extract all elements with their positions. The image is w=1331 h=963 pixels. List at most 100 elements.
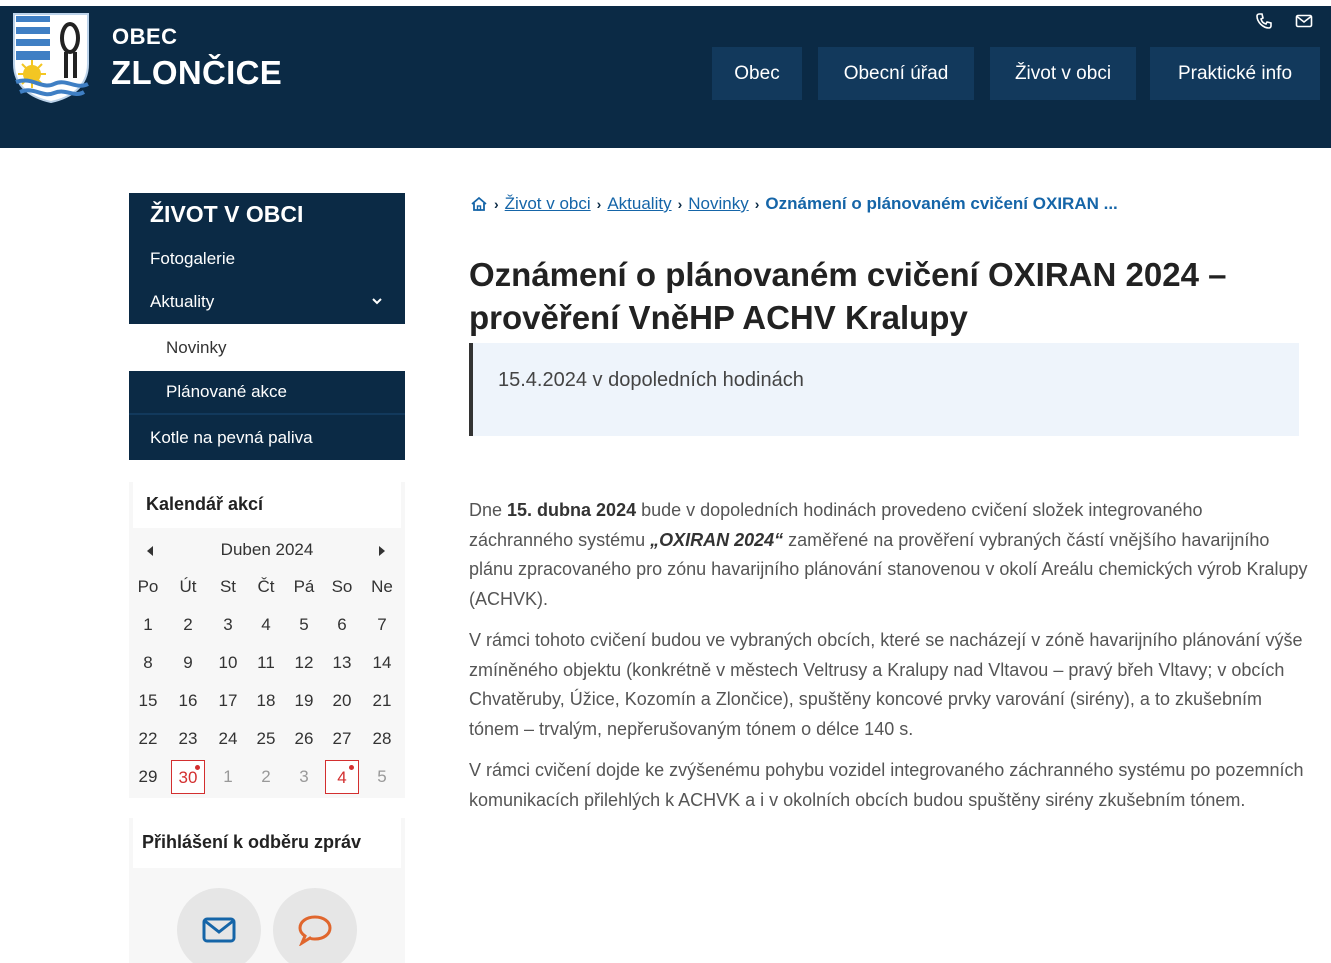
breadcrumb: › Život v obci › Aktuality › Novinky › O…	[470, 194, 1118, 214]
sidebar-item-label: Fotogalerie	[150, 248, 236, 268]
sidebar-menu: ŽIVOT V OBCI Fotogalerie Aktuality Novin…	[129, 193, 405, 460]
calendar-navigation: Duben 2024	[129, 538, 405, 568]
weekday-label: St	[219, 577, 237, 596]
calendar-day-next-month[interactable]: 3	[287, 760, 321, 794]
calendar-day[interactable]: 9	[171, 646, 205, 680]
sidebar-item-kotle[interactable]: Kotle na pevná paliva	[129, 413, 405, 460]
brand-title[interactable]: ZLONČICE	[111, 54, 282, 92]
calendar-day-next-month[interactable]: 1	[211, 760, 245, 794]
calendar-day[interactable]: 28	[365, 722, 399, 756]
calendar-day[interactable]: 11	[249, 646, 283, 680]
calendar-grid: Po Út St Čt Pá So Ne 1 2 3 4 5 6 7 8 9 1…	[129, 570, 405, 798]
calendar-day[interactable]: 3	[211, 608, 245, 642]
calendar-week-row: 1 2 3 4 5 6 7	[129, 608, 405, 646]
calendar-weekday-row: Po Út St Čt Pá So Ne	[129, 570, 405, 608]
breadcrumb-zivot-v-obci[interactable]: Život v obci	[505, 194, 591, 214]
calendar-month-label: Duben 2024	[220, 540, 314, 559]
breadcrumb-aktuality[interactable]: Aktuality	[607, 194, 671, 214]
calendar-day[interactable]: 8	[131, 646, 165, 680]
calendar-day[interactable]: 15	[131, 684, 165, 718]
envelope-icon	[202, 917, 236, 943]
calendar-day[interactable]: 25	[249, 722, 283, 756]
sidebar-item-label: Aktuality	[150, 292, 215, 311]
chevron-down-icon[interactable]	[371, 295, 383, 307]
sms-subscribe-button[interactable]	[273, 888, 357, 963]
sidebar-item-planovane-akce[interactable]: Plánované akce	[129, 371, 405, 413]
calendar-next-icon[interactable]	[375, 544, 389, 558]
site-header: OBEC ZLONČICE Obec Obecní úřad Život v o…	[0, 0, 1331, 148]
sidebar-heading: ŽIVOT V OBCI	[129, 193, 405, 237]
calendar-week-row: 15 16 17 18 19 20 21	[129, 684, 405, 722]
calendar-day[interactable]: 19	[287, 684, 321, 718]
nav-zivot-v-obci[interactable]: Život v obci	[990, 47, 1136, 100]
calendar-day[interactable]: 10	[211, 646, 245, 680]
calendar-week-row: 22 23 24 25 26 27 28	[129, 722, 405, 760]
article-paragraph-1: Dne 15. dubna 2024 bude v dopoledních ho…	[469, 496, 1309, 614]
brand-subtitle: OBEC	[112, 24, 178, 49]
weekday-label: So	[331, 577, 353, 596]
breadcrumb-novinky[interactable]: Novinky	[688, 194, 748, 214]
article-title: Oznámení o plánovaném cvičení OXIRAN 202…	[469, 256, 1227, 336]
breadcrumb-separator-icon: ›	[677, 196, 683, 212]
subscribe-title: Přihlášení k odběru zpráv	[133, 818, 401, 868]
calendar-day[interactable]: 24	[211, 722, 245, 756]
calendar-day[interactable]: 12	[287, 646, 321, 680]
email-subscribe-button[interactable]	[177, 888, 261, 963]
sidebar-item-aktuality[interactable]: Aktuality	[129, 280, 405, 324]
sidebar-item-fotogalerie[interactable]: Fotogalerie	[129, 237, 405, 280]
calendar-day[interactable]: 6	[325, 608, 359, 642]
calendar-day[interactable]: 14	[365, 646, 399, 680]
calendar-day-next-month[interactable]: 2	[249, 760, 283, 794]
events-calendar: Kalendář akcí Duben 2024 Po Út St Čt Pá …	[129, 482, 405, 798]
nav-prakticke-info[interactable]: Praktické info	[1150, 47, 1320, 100]
sidebar-item-label: Novinky	[166, 337, 227, 357]
article-lead-box: 15.4.2024 v dopoledních hodinách	[469, 343, 1299, 436]
home-icon[interactable]	[470, 196, 488, 212]
paragraph-emphasis-exercise-name: „OXIRAN 2024“	[650, 529, 784, 550]
sidebar-item-novinky[interactable]: Novinky	[129, 324, 405, 371]
breadcrumb-separator-icon: ›	[494, 196, 499, 212]
calendar-title: Kalendář akcí	[133, 482, 401, 528]
mail-icon[interactable]	[1295, 12, 1313, 30]
calendar-day[interactable]: 13	[325, 646, 359, 680]
calendar-day-event[interactable]: 4	[325, 760, 359, 794]
breadcrumb-separator-icon: ›	[754, 196, 760, 212]
nav-obecni-urad[interactable]: Obecní úřad	[818, 47, 974, 100]
municipality-coat-of-arms-logo[interactable]	[12, 12, 90, 104]
article-paragraph-3: V rámci cvičení dojde ke zvýšenému pohyb…	[469, 760, 1304, 810]
weekday-label: Po	[137, 577, 159, 596]
nav-obec[interactable]: Obec	[712, 47, 802, 100]
header-contact-icons	[1255, 12, 1313, 30]
sidebar-item-label: Plánované akce	[166, 382, 287, 401]
phone-icon[interactable]	[1255, 12, 1273, 30]
calendar-day[interactable]: 17	[211, 684, 245, 718]
calendar-week-row: 8 9 10 11 12 13 14	[129, 646, 405, 684]
calendar-day[interactable]: 22	[131, 722, 165, 756]
calendar-day[interactable]: 21	[365, 684, 399, 718]
calendar-day[interactable]: 18	[249, 684, 283, 718]
weekday-label: Ne	[371, 577, 393, 596]
calendar-day[interactable]: 7	[365, 608, 399, 642]
calendar-day[interactable]: 16	[171, 684, 205, 718]
calendar-day[interactable]: 20	[325, 684, 359, 718]
calendar-week-row: 29 30 1 2 3 4 5	[129, 760, 405, 798]
calendar-day[interactable]: 26	[287, 722, 321, 756]
calendar-day-next-month[interactable]: 5	[365, 760, 399, 794]
calendar-day[interactable]: 2	[171, 608, 205, 642]
weekday-label: Čt	[257, 577, 275, 596]
calendar-day[interactable]: 1	[131, 608, 165, 642]
calendar-day[interactable]: 5	[287, 608, 321, 642]
newsletter-subscribe-box: Přihlášení k odběru zpráv	[129, 818, 405, 963]
calendar-day-event[interactable]: 30	[171, 760, 205, 794]
weekday-label: Pá	[293, 577, 315, 596]
paragraph-bold-date: 15. dubna 2024	[507, 500, 637, 520]
article-lead-text: 15.4.2024 v dopoledních hodinách	[498, 369, 804, 391]
calendar-day[interactable]: 29	[131, 760, 165, 794]
calendar-day[interactable]: 4	[249, 608, 283, 642]
article-paragraph-2: V rámci tohoto cvičení budou ve vybranýc…	[469, 630, 1303, 739]
paragraph-text: Dne	[469, 500, 508, 520]
sidebar-item-label: Kotle na pevná paliva	[150, 427, 313, 447]
breadcrumb-current: Oznámení o plánovaném cvičení OXIRAN ...	[765, 194, 1118, 213]
calendar-day[interactable]: 27	[325, 722, 359, 756]
calendar-day[interactable]: 23	[171, 722, 205, 756]
